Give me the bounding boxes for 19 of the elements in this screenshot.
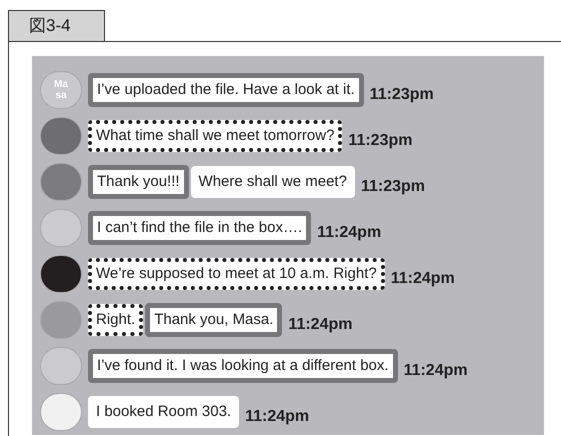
- message-text: I’ve uploaded the file. Have a look at it.: [88, 73, 364, 107]
- message-text: I booked Room 303.: [88, 396, 240, 428]
- message-text: Where shall we meet?: [190, 166, 355, 198]
- message-text: I’ve found it. I was looking at a different box.: [88, 349, 398, 383]
- timestamp: 11:24pm: [404, 361, 468, 381]
- timestamp: 11:23pm: [348, 131, 412, 151]
- message-text: Thank you!!!: [88, 165, 189, 199]
- timestamp: 11:24pm: [390, 269, 455, 289]
- timestamp: 11:24pm: [245, 407, 310, 427]
- message-text: I can’t find the file in the box….: [88, 211, 312, 245]
- figure-label: 図3-4: [8, 10, 105, 41]
- message-text: Right.: [88, 304, 144, 336]
- message-text: Thank you, Masa.: [145, 303, 282, 337]
- message-text: What time shall we meet tomorrow?: [88, 120, 342, 152]
- timestamp: 11:24pm: [317, 223, 382, 243]
- timestamp: 11:23pm: [360, 177, 425, 197]
- timestamp: 11:24pm: [288, 315, 352, 335]
- message-text: We’re supposed to meet at 10 a.m. Right?: [88, 258, 385, 290]
- timestamp: 11:23pm: [370, 85, 434, 105]
